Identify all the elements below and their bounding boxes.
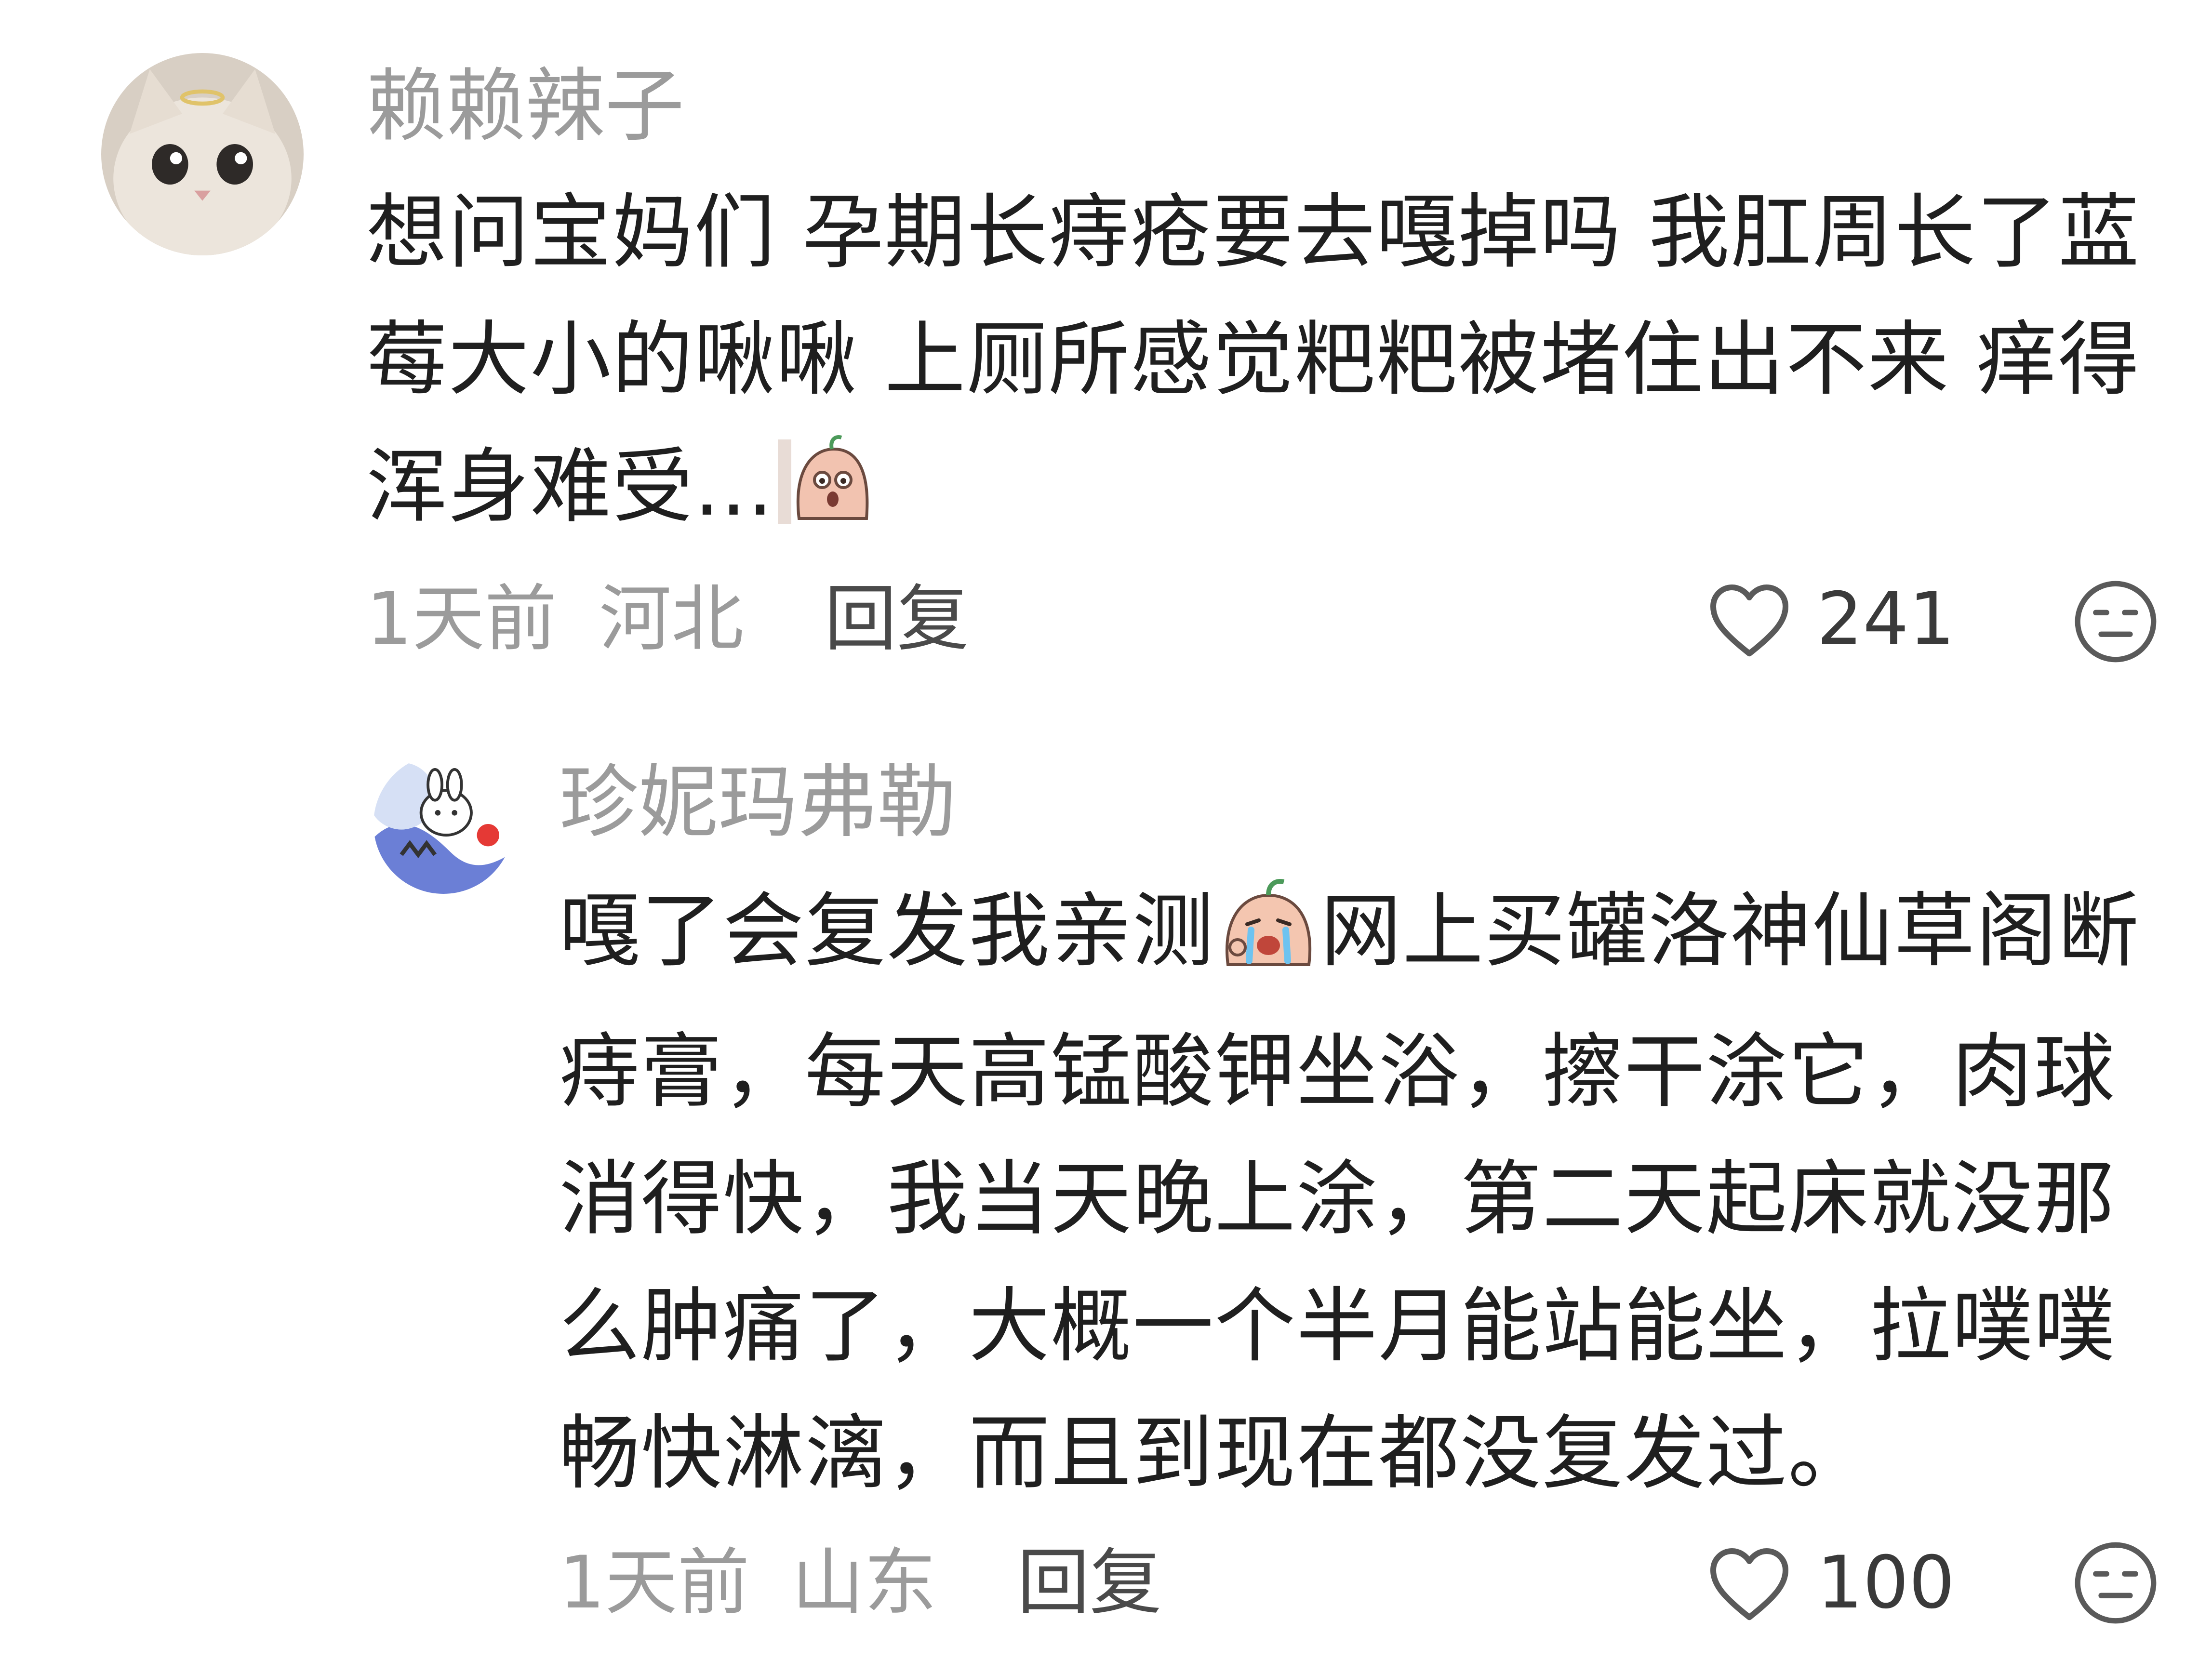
crying-peach-sticker-icon <box>1214 876 1320 1008</box>
neutral-face-icon <box>2075 581 2157 663</box>
like-count: 100 <box>1817 1541 1955 1625</box>
comment-location: 河北 <box>599 577 744 661</box>
peeking-peach-sticker-icon <box>774 432 880 564</box>
comment-line-text: 网上买罐洛神仙草阁断 <box>1320 884 2140 978</box>
comment-time: 1天前 <box>366 577 557 661</box>
avatar-commenter-2[interactable] <box>373 754 513 894</box>
comment-line: 莓大小的啾啾 上厕所感觉粑粑被堵住出不来 痒得 <box>366 296 2140 423</box>
reaction-button-2[interactable] <box>2072 1540 2159 1626</box>
comment-line-text: 浑身难受... <box>366 439 774 534</box>
like-count: 241 <box>1817 577 1955 661</box>
commenter-1-text: 想问宝妈们 孕期长痔疮要去嘎掉吗 我肛周长了蓝 莓大小的啾啾 上厕所感觉粑粑被堵… <box>366 169 2140 564</box>
rabbit-shark-avatar-icon <box>373 754 513 894</box>
heart-outline-icon <box>1710 584 1788 657</box>
comment-line: 嘎了会复发我亲测 网上买罐洛神仙草阁断 <box>559 867 2140 1008</box>
like-button-1[interactable]: 241 <box>1706 576 1955 663</box>
heart-outline-icon <box>1710 1548 1788 1620</box>
commenter-2-text: 嘎了会复发我亲测 网上买罐洛神仙草阁断 痔膏，每天高锰酸钾坐浴，擦干涂它，肉球 消… <box>559 867 2140 1517</box>
commenter-2-meta: 1天前 山东 回复 <box>559 1540 1162 1626</box>
cat-avatar-icon <box>101 53 304 255</box>
comment-line: 畅快淋漓，而且到现在都没复发过。 <box>559 1406 1870 1500</box>
commenter-2-username[interactable]: 珍妮玛弗勒 <box>559 754 957 850</box>
reply-button[interactable]: 回复 <box>825 577 969 661</box>
commenter-1-username[interactable]: 赖赖辣子 <box>366 58 684 154</box>
like-button-2[interactable]: 100 <box>1706 1540 1955 1626</box>
comment-line: 消得快，我当天晚上涂，第二天起床就没那 <box>559 1152 2116 1246</box>
comment-time: 1天前 <box>559 1541 750 1625</box>
comment-location: 山东 <box>792 1541 937 1625</box>
reaction-button-1[interactable] <box>2072 578 2159 665</box>
comment-line: 想问宝妈们 孕期长痔疮要去嘎掉吗 我肛周长了蓝 <box>366 185 2140 279</box>
commenter-1-meta: 1天前 河北 回复 <box>366 576 969 663</box>
neutral-face-icon <box>2075 1542 2157 1624</box>
comment-line: 痔膏，每天高锰酸钾坐浴，擦干涂它，肉球 <box>559 1024 2116 1119</box>
comment-line-text: 莓大小的啾啾 上厕所感觉粑粑被堵住出不来 痒得 <box>366 312 2140 407</box>
comment-line: 么肿痛了，大概一个半月能站能坐，拉噗噗 <box>559 1279 2116 1373</box>
reply-button[interactable]: 回复 <box>1017 1541 1162 1625</box>
comment-line: 浑身难受... <box>366 423 2140 564</box>
comment-line-text: 嘎了会复发我亲测 <box>559 884 1214 978</box>
avatar-commenter-1[interactable] <box>101 53 304 255</box>
